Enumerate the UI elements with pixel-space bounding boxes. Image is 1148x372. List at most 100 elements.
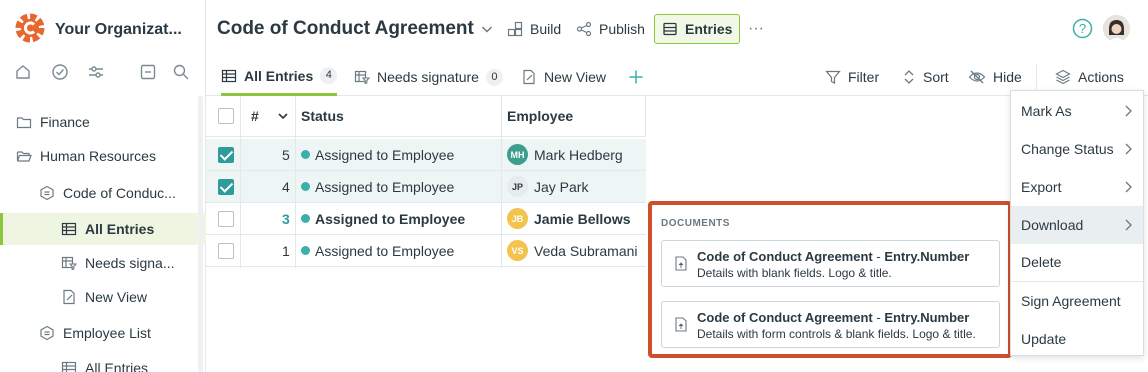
logo-icon [14,12,46,47]
row-checkbox[interactable] [218,203,234,234]
sort-button[interactable]: Sort [902,58,949,96]
employee-cell: MH Mark Hedberg [507,139,623,170]
sidebar-item-finance[interactable]: Finance [0,106,206,138]
status-cell: Assigned to Employee [301,235,454,266]
row-checkbox[interactable] [218,171,234,202]
search-icon[interactable] [172,63,190,81]
publish-label: Publish [599,21,645,37]
sidebar-item-employee-all-entries[interactable]: All Entries [0,352,206,372]
toolbar-divider [1036,64,1037,90]
table-row[interactable]: 1 Assigned to Employee VS Veda Subramani [206,235,646,267]
sidebar-item-employee-list[interactable]: Employee List [0,317,206,349]
document-option[interactable]: Code of Conduct Agreement - Entry.Number… [661,240,1000,287]
sidebar-item-needs-signature[interactable]: Needs signa... [0,247,206,279]
table-row[interactable]: 5 Assigned to Employee MH Mark Hedberg [206,139,646,171]
plus-icon [629,70,643,84]
sidebar-item-all-entries[interactable]: All Entries [0,213,206,245]
view-edit-icon [63,289,75,305]
tab-all-entries[interactable]: All Entries 4 [221,58,338,96]
more-options-icon[interactable]: ··· [741,14,771,44]
document-name: Code of Conduct Agreement - Entry.Number [697,249,969,264]
tab-label: New View [544,69,606,85]
table-icon [61,222,77,236]
document-suffix: Entry.Number [884,310,970,325]
document-separator: - [872,310,885,325]
document-icon [675,256,687,271]
tab-new-view[interactable]: New View [521,58,606,96]
column-header-status[interactable]: Status [301,96,344,136]
column-divider [240,96,241,268]
entry-number: 1 [282,242,290,259]
document-description: Details with blank fields. Logo & title. [697,266,892,280]
sidebar-item-label: Human Resources [40,148,156,164]
form-icon [40,325,54,341]
sort-icon [904,70,914,84]
sidebar-item-label: Employee List [63,325,151,341]
select-all-checkbox[interactable] [218,96,234,136]
chevron-down-icon [481,26,492,33]
document-separator: - [872,249,885,264]
chevron-right-icon [1125,143,1132,155]
entries-button[interactable]: Entries [654,14,741,44]
share-icon [576,21,592,37]
menu-item-export[interactable]: Export [1011,168,1143,206]
user-avatar[interactable] [1103,15,1130,42]
menu-item-change-status[interactable]: Change Status [1011,130,1143,168]
row-checkbox[interactable] [218,139,234,170]
document-title: Code of Conduct Agreement [697,249,873,264]
entry-number: 3 [282,210,290,227]
tab-needs-signature[interactable]: Needs signature 0 [354,58,503,96]
org-switcher[interactable]: Your Organizat... [14,12,182,47]
table-header: # Status Employee [206,96,646,137]
form-icon [40,185,54,201]
check-circle-icon[interactable] [51,63,69,81]
entries-label: Entries [685,21,733,37]
sidebar: Your Organizat... Finance Human Resource… [0,0,206,372]
status-text: Assigned to Employee [315,178,455,195]
sliders-icon[interactable] [87,63,105,81]
employee-cell: VS Veda Subramani [507,235,638,266]
form-title[interactable]: Code of Conduct Agreement [217,18,494,40]
home-icon[interactable] [14,63,32,81]
sidebar-item-code-of-conduct[interactable]: Code of Conduc... [0,177,206,209]
add-view-button[interactable] [628,58,644,96]
table-icon [221,69,237,82]
menu-item-update[interactable]: Update [1011,320,1143,358]
employee-name: Jay Park [534,178,589,195]
sidebar-item-label: All Entries [85,360,149,372]
app-window: Your Organizat... Finance Human Resource… [0,0,1148,372]
collapse-icon[interactable] [139,63,157,81]
filter-button[interactable]: Filter [825,58,879,96]
sidebar-item-human-resources[interactable]: Human Resources [0,140,206,172]
employee-name: Jamie Bellows [534,210,631,227]
status-dot [301,150,310,159]
status-text: Assigned to Employee [315,146,455,163]
document-icon [675,317,687,332]
sort-desc-icon[interactable] [277,96,289,136]
build-label: Build [530,21,562,37]
menu-item-sign-agreement[interactable]: Sign Agreement [1011,282,1143,320]
menu-item-mark-as[interactable]: Mark As [1011,92,1143,130]
document-title: Code of Conduct Agreement [697,310,873,325]
status-cell: Assigned to Employee [301,171,454,202]
sidebar-item-new-view[interactable]: New View [0,281,206,313]
sidebar-item-label: Finance [40,114,90,130]
table-row[interactable]: 3 Assigned to Employee JB Jamie Bellows [206,203,646,235]
header: Code of Conduct Agreement Build Publish … [206,0,1148,58]
sidebar-scrollbar[interactable] [198,96,203,372]
table-row[interactable]: 4 Assigned to Employee JP Jay Park [206,171,646,203]
org-name: Your Organizat... [55,20,182,38]
actions-menu: Mark As Change Status Export Download De… [1010,90,1144,356]
column-header-number[interactable]: # [251,96,259,136]
svg-text:?: ? [1079,21,1086,36]
menu-item-download[interactable]: Download [1011,206,1143,244]
help-icon[interactable]: ? [1072,18,1093,42]
document-option[interactable]: Code of Conduct Agreement - Entry.Number… [661,301,1000,348]
publish-button[interactable]: Publish [569,14,652,44]
status-dot [301,214,310,223]
menu-item-delete[interactable]: Delete [1011,243,1143,281]
row-checkbox[interactable] [218,235,234,266]
build-button[interactable]: Build [500,14,568,44]
column-header-employee[interactable]: Employee [507,96,573,136]
employee-name: Mark Hedberg [534,146,623,163]
